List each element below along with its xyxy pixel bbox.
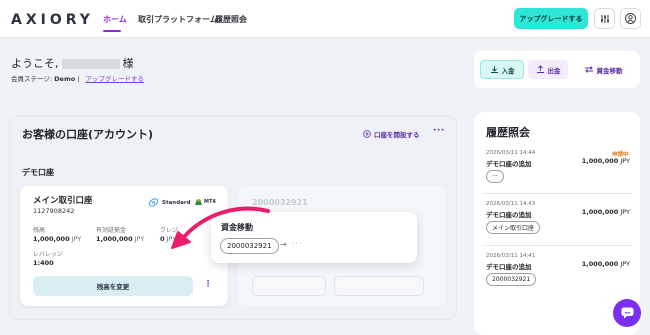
stage-value: Demo [54,75,76,83]
transfer-popup-title: 資金移動 [221,223,253,232]
history-item-1-value: 1,000,000 [581,157,619,165]
settings-button[interactable] [594,8,615,29]
history-title: 履歴照会 [486,126,530,139]
nav-home[interactable]: ホーム [103,14,127,25]
history-item-3-value: 1,000,000 [581,260,619,268]
open-account-label: 口座を開設する [374,131,420,139]
user-icon [625,13,636,24]
history-item-2-date: 2026/03/11 14:43 [486,201,536,207]
standard-type-icon [148,198,159,207]
stage-label: 会員ステージ: [11,75,53,83]
sliders-icon [600,14,609,23]
nav-trading-platform[interactable]: 取引プラットフォーム [138,14,218,25]
deposit-icon [490,66,498,73]
equity-amount: 1,000,000 [96,235,133,243]
change-balance-button[interactable]: 残高を変更 [33,276,193,296]
accounts-title: お客様の口座(アカウント) [22,128,154,141]
secondary-change-button[interactable] [334,276,424,296]
history-item-1-chip[interactable]: ··· [486,170,504,183]
history-item-2-chip[interactable]: メイン取引口座 [486,221,541,234]
transfer-target-placeholder: ··· [292,239,303,248]
open-account-button[interactable]: 口座を開設する [363,129,420,139]
demo-accounts-heading: デモ口座 [22,168,54,177]
greeting-text: ようこそ, [11,57,59,70]
platform-label: MT4 [204,198,216,205]
credit-amount: 0 [160,235,165,243]
deposit-button[interactable]: 入金 [480,60,524,79]
secondary-account-number: 2000032921 [252,198,308,207]
chat-support-button[interactable] [613,299,641,327]
account-more-menu[interactable]: ⋮ [204,279,212,288]
chat-icon [621,307,633,319]
history-item-2-text: デモ口座の追加 [486,211,532,219]
mt4-icon [195,199,202,205]
equity-label: 有効証拠金 [96,227,127,234]
member-stage: 会員ステージ: Demo | アップグレードする [11,75,145,83]
leverage-label: レバレッジ [33,251,64,258]
history-item-1-currency: JPY [620,157,630,165]
history-item-3-date: 2026/03/11 14:41 [486,253,536,259]
transfer-label: 資金移動 [596,66,623,75]
history-divider [482,245,632,246]
history-item-2-amount: 1,000,000 JPY [570,208,630,216]
equity-currency: JPY [134,235,145,243]
withdraw-label: 出金 [547,66,561,75]
nav-active-indicator [103,30,121,32]
account-name: メイン取引口座 [33,196,93,206]
credit-currency: JPY [166,235,177,243]
stage-upgrade-link[interactable]: アップグレードする [86,75,145,83]
transfer-icon [584,66,593,73]
balance-currency: JPY [71,235,82,243]
secondary-action-button[interactable] [252,276,326,296]
history-item-3-amount: 1,000,000 JPY [570,260,630,268]
history-item-3-chip[interactable]: 2000032921 [486,273,537,286]
transfer-button[interactable]: 資金移動 [571,60,635,79]
deposit-label: 入金 [501,66,515,75]
redacted-username [61,59,120,69]
history-item-2-value: 1,000,000 [581,208,619,216]
account-type-label: Standard [162,199,191,206]
credit-value: 0 JPY [160,235,176,243]
credit-label: クレジ [160,227,179,234]
history-item-1-text: デモ口座の追加 [486,160,532,168]
profile-button[interactable] [620,8,641,29]
balance-value: 1,000,000 JPY [33,235,81,243]
leverage-value: 1:400 [33,259,54,267]
equity-value: 1,000,000 JPY [96,235,144,243]
account-number: 1127908242 [33,207,75,215]
transfer-account-chip[interactable]: 2000032921 [220,238,279,254]
withdraw-icon [536,65,544,73]
history-item-3-currency: JPY [620,260,630,268]
welcome-message: ようこそ, 様 [11,55,134,71]
history-item-2-currency: JPY [620,208,630,216]
history-item-3-text: デモ口座の追加 [486,263,532,271]
account-type-badge: Standard [148,197,191,208]
honorific-text: 様 [122,57,134,70]
history-item-1-date: 2026/03/11 14:44 [486,150,536,156]
nav-history[interactable]: 履歴照会 [215,14,247,25]
upgrade-button[interactable]: アップグレードする [514,8,588,29]
balance-amount: 1,000,000 [33,235,70,243]
history-item-1-amount: 1,000,000 JPY [570,157,630,165]
plus-circle-icon [363,130,371,138]
platform-badge: MT4 [194,197,216,206]
balance-label: 残高 [33,227,46,234]
transfer-arrow: → [280,240,287,249]
history-divider [482,193,632,194]
withdraw-button[interactable]: 出金 [528,60,568,79]
brand-logo[interactable]: AXIORY [11,12,94,28]
quick-actions-card: 入金 出金 資金移動 [474,51,640,88]
accounts-more-menu[interactable]: ··· [433,126,445,136]
